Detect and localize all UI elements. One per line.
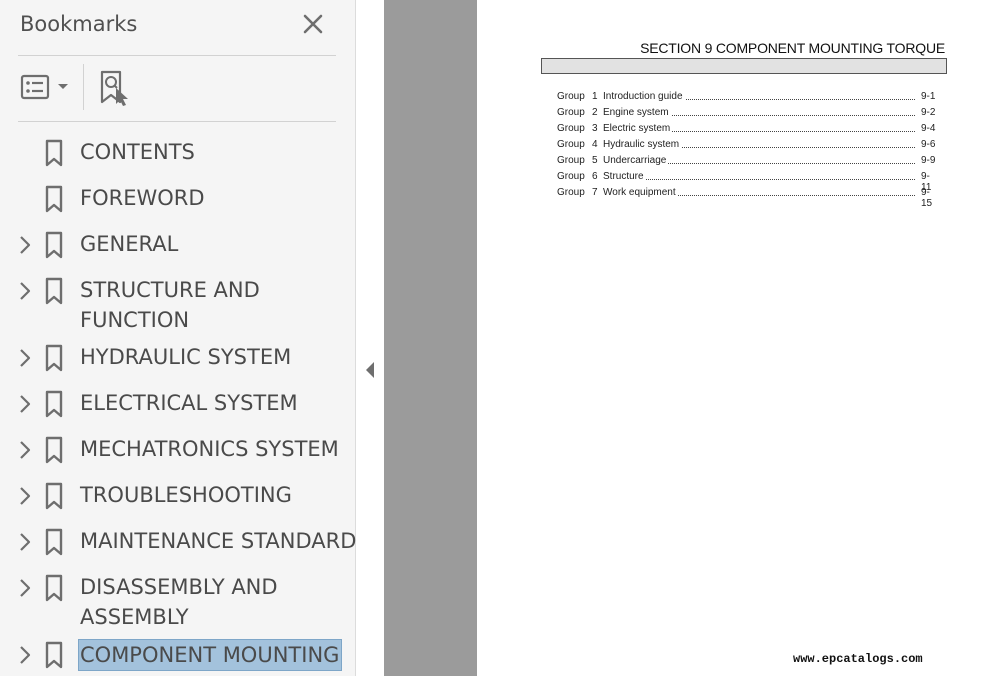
chevron-right-icon[interactable] [16, 393, 34, 415]
bookmark-icon [45, 277, 63, 305]
bookmark-label: DISASSEMBLY AND [80, 575, 278, 599]
toc-leader-dots [603, 179, 915, 180]
bookmark-label: TROUBLESHOOTING [80, 483, 292, 507]
toc-page-number: 9-6 [921, 139, 936, 150]
toc-group: Group [557, 155, 585, 166]
bookmark-item[interactable]: FOREWORD [0, 183, 356, 217]
toc-group: Group [557, 187, 585, 198]
bookmark-icon [45, 185, 63, 213]
toc-row: Group 4 Hydraulic system 9-6 [557, 139, 937, 153]
collapse-panel-icon [366, 362, 374, 378]
toc-group-number: 3 [592, 123, 598, 134]
bookmark-icon [45, 436, 63, 464]
bookmark-item[interactable]: STRUCTURE AND FUNCTION [0, 275, 356, 339]
toc-title: Work equipment [603, 187, 678, 198]
toc-page-number: 9-2 [921, 107, 936, 118]
toc-group-number: 5 [592, 155, 598, 166]
bookmark-item[interactable]: GENERAL [0, 229, 356, 263]
bookmark-item[interactable]: COMPONENT MOUNTING [0, 639, 356, 673]
toc-group-number: 2 [592, 107, 598, 118]
bookmark-label: STRUCTURE AND [80, 278, 260, 302]
bookmark-label: MAINTENANCE STANDARD [80, 529, 357, 553]
bookmark-icon [45, 231, 63, 259]
toc-group-number: 1 [592, 91, 598, 102]
bookmark-item[interactable]: MAINTENANCE STANDARD [0, 526, 356, 560]
toc-title: Undercarriage [603, 155, 669, 166]
bookmarks-panel: Bookmarks CONTENTS FOREWORD GENERAL STRUCTU… [0, 0, 356, 676]
find-current-bookmark-button[interactable] [96, 68, 134, 108]
bookmark-icon [45, 528, 63, 556]
bookmark-options-icon [20, 74, 50, 100]
collapse-panel-button[interactable] [357, 354, 383, 386]
bookmark-icon [45, 482, 63, 510]
bookmark-label: ASSEMBLY [80, 605, 189, 629]
bookmark-icon [45, 390, 63, 418]
chevron-right-icon[interactable] [16, 439, 34, 461]
toc-page-number: 9-4 [921, 123, 936, 134]
toc-group: Group [557, 171, 585, 182]
toc-page-number: 9-15 [921, 187, 933, 209]
watermark: www.epcatalogs.com [793, 652, 923, 666]
chevron-right-icon[interactable] [16, 234, 34, 256]
bookmark-label: GENERAL [80, 232, 179, 256]
toc-title: Introduction guide [603, 91, 685, 102]
toc-title: Hydraulic system [603, 139, 682, 150]
chevron-right-icon[interactable] [16, 577, 34, 599]
bookmark-label: ELECTRICAL SYSTEM [80, 391, 298, 415]
bookmark-icon [45, 344, 63, 372]
toc-page-number: 9-1 [921, 91, 936, 102]
toc-group: Group [557, 123, 585, 134]
toolbar-separator [83, 64, 84, 110]
toc-group-number: 4 [592, 139, 598, 150]
chevron-right-icon[interactable] [16, 280, 34, 302]
document-page: SECTION 9 COMPONENT MOUNTING TORQUE Grou… [477, 0, 1005, 676]
toc-page-number: 9-9 [921, 155, 936, 166]
bookmark-icon [45, 641, 63, 669]
bookmark-options-button[interactable] [18, 70, 72, 106]
bookmark-icon [45, 574, 63, 602]
bookmark-item[interactable]: TROUBLESHOOTING [0, 480, 356, 514]
bookmark-item[interactable]: HYDRAULIC SYSTEM [0, 342, 356, 376]
bookmark-label: MECHATRONICS SYSTEM [80, 437, 339, 461]
bookmark-item[interactable]: DISASSEMBLY AND ASSEMBLY [0, 572, 356, 636]
toc-group-number: 7 [592, 187, 598, 198]
section-title-bar [541, 58, 947, 74]
toc-row: Group 1 Introduction guide 9-1 [557, 91, 937, 105]
toc-title: Structure [603, 171, 646, 182]
bookmark-label: FUNCTION [80, 308, 190, 332]
chevron-right-icon[interactable] [16, 531, 34, 553]
page-gutter [384, 0, 477, 676]
divider [18, 121, 336, 122]
bookmark-item[interactable]: MECHATRONICS SYSTEM [0, 434, 356, 468]
find-bookmark-icon [100, 70, 128, 106]
chevron-down-icon [58, 84, 68, 89]
toc-row: Group 5 Undercarriage 9-9 [557, 155, 937, 169]
toc-group: Group [557, 107, 585, 118]
bookmark-label: CONTENTS [80, 140, 195, 164]
toc-row: Group 2 Engine system 9-2 [557, 107, 937, 121]
bookmark-label: FOREWORD [80, 186, 205, 210]
panel-title: Bookmarks [20, 12, 138, 36]
close-panel-button[interactable] [298, 9, 328, 39]
toc-title: Electric system [603, 123, 673, 134]
toc-group-number: 6 [592, 171, 598, 182]
toc-title: Engine system [603, 107, 671, 118]
bookmark-label: HYDRAULIC SYSTEM [80, 345, 292, 369]
toc-row: Group 7 Work equipment 9-15 [557, 187, 937, 209]
close-icon [303, 14, 323, 34]
chevron-right-icon[interactable] [16, 485, 34, 507]
chevron-right-icon[interactable] [16, 644, 34, 666]
toc-row: Group 3 Electric system 9-4 [557, 123, 937, 137]
chevron-right-icon[interactable] [16, 347, 34, 369]
bookmark-item[interactable]: CONTENTS [0, 137, 356, 171]
section-title: SECTION 9 COMPONENT MOUNTING TORQUE [640, 40, 945, 56]
toc-group: Group [557, 139, 585, 150]
bookmark-label: COMPONENT MOUNTING [78, 639, 343, 671]
bookmark-icon [45, 139, 63, 167]
divider [18, 55, 336, 56]
toc-group: Group [557, 91, 585, 102]
bookmark-item[interactable]: ELECTRICAL SYSTEM [0, 388, 356, 422]
toc-row: Group 6 Structure 9-11 [557, 171, 937, 193]
